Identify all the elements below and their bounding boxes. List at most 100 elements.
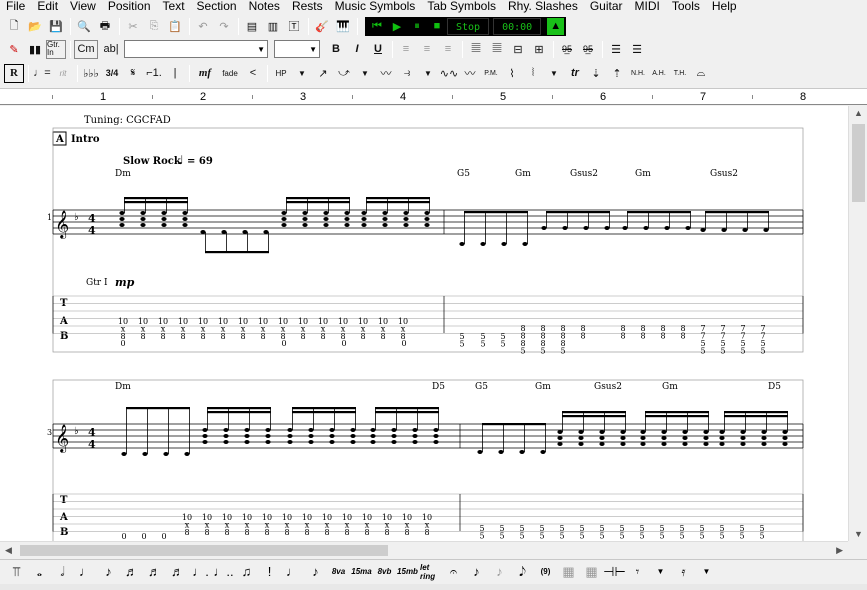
align-left-icon[interactable]: ≡ <box>396 40 416 59</box>
tapped-harmonic-button[interactable]: T.H. <box>670 64 690 83</box>
sixteenth-note-icon[interactable]: ♬ <box>121 562 142 582</box>
stem-up-icon[interactable]: ♪ <box>466 562 487 582</box>
chord-diagram-icon[interactable]: ▦ <box>558 562 579 582</box>
menu-file[interactable]: File <box>0 0 31 12</box>
horizontal-scroll-thumb[interactable] <box>20 545 388 556</box>
play-icon[interactable]: ▶ <box>387 18 407 35</box>
pick-down-icon[interactable]: ⇣ <box>586 64 606 83</box>
menu-position[interactable]: Position <box>102 0 157 12</box>
play-from-start-icon[interactable]: ⏮ <box>367 18 387 35</box>
quindicesima-bassa-button[interactable]: 15mb <box>397 562 418 582</box>
sixteenth-rest-icon[interactable]: 𝄿 <box>673 562 694 582</box>
dropdown-arrow-icon[interactable]: ▼ <box>355 64 375 83</box>
menu-edit[interactable]: Edit <box>31 0 64 12</box>
trill-button[interactable]: tr <box>565 64 585 83</box>
quarter-note-icon[interactable]: ♩ <box>75 562 96 582</box>
rhythm-slash-icon[interactable]: ▮▮ <box>25 40 45 59</box>
barline-icon[interactable]: | <box>165 64 185 83</box>
align-right-icon[interactable]: ≡ <box>438 40 458 59</box>
align-center-icon[interactable]: ≡ <box>417 40 437 59</box>
scroll-down-icon[interactable]: ▼ <box>854 529 863 539</box>
menu-tools[interactable]: Tools <box>666 0 706 12</box>
menu-section[interactable]: Section <box>191 0 243 12</box>
scroll-up-icon[interactable]: ▲ <box>854 108 863 118</box>
time-signature-button[interactable]: 3/4 <box>102 64 122 83</box>
list-indent-icon[interactable]: ☰ <box>627 40 647 59</box>
ottava-bassa-button[interactable]: 8vb <box>374 562 395 582</box>
menu-text[interactable]: Text <box>157 0 191 12</box>
chord-symbol-button[interactable]: Cm <box>74 39 98 59</box>
repeat-ending-icon[interactable]: ⌐1. <box>144 64 164 83</box>
accent-icon[interactable]: ! <box>259 562 280 582</box>
staff-remove-icon[interactable]: 𝄚 <box>487 40 507 59</box>
new-file-icon[interactable]: 🗋 <box>4 17 24 36</box>
scroll-right-icon[interactable]: ▶ <box>836 545 843 556</box>
score-view-icon[interactable]: ▤ <box>242 17 262 36</box>
save-icon[interactable]: 💾 <box>46 17 66 36</box>
half-note-icon[interactable]: 𝅗𝅥 <box>52 562 73 582</box>
guitar-inlay-button[interactable]: Gtr. In <box>46 39 66 59</box>
stop-icon[interactable]: ■ <box>427 18 447 35</box>
tempo-icon[interactable]: ♩= <box>32 64 52 83</box>
fret-shift-down-icon[interactable]: 9̲5 <box>557 40 577 59</box>
muted-note-icon[interactable]: 𝅘𝅥𝅮 <box>512 562 533 582</box>
tab-staff-icon[interactable]: ⫪ <box>6 562 27 582</box>
menu-help[interactable]: Help <box>706 0 743 12</box>
grace-note-icon[interactable]: ♪ <box>305 562 326 582</box>
wide-vibrato-icon[interactable]: 〰 <box>460 64 480 83</box>
arpeggio-icon[interactable]: ⦚ <box>523 64 543 83</box>
decrescendo-icon[interactable]: < <box>243 64 263 83</box>
staccato-icon[interactable]: ♩ <box>282 562 303 582</box>
fermata-icon[interactable]: 𝄐 <box>443 562 464 582</box>
copy-icon[interactable]: ⎘ <box>144 17 164 36</box>
font-name-select[interactable]: ▼ <box>124 40 268 58</box>
vibrato-bar-icon[interactable]: 〰 <box>376 64 396 83</box>
staff-add-icon[interactable]: 𝄚 <box>466 40 486 59</box>
eighth-note-icon[interactable]: ♪ <box>98 562 119 582</box>
artificial-harmonic-button[interactable]: A.H. <box>649 64 669 83</box>
sixty-fourth-note-icon[interactable]: ♬ <box>167 562 188 582</box>
dynamics-button[interactable]: mf <box>193 64 217 83</box>
slide-icon[interactable]: ⤻ <box>334 64 354 83</box>
vertical-scrollbar[interactable]: ▲ ▼ <box>848 106 867 541</box>
menu-music-symbols[interactable]: Music Symbols <box>329 0 422 12</box>
menu-rhythm-slashes[interactable]: Rhy. Slashes <box>502 0 584 12</box>
dip-icon[interactable]: ⥽ <box>397 64 417 83</box>
volume-fade-button[interactable]: fade <box>218 64 242 83</box>
horizontal-scrollbar[interactable]: ◀ ▶ <box>0 541 848 558</box>
menu-rests[interactable]: Rests <box>286 0 329 12</box>
list-icon[interactable]: ☰ <box>606 40 626 59</box>
menu-notes[interactable]: Notes <box>243 0 286 12</box>
print-preview-icon[interactable]: 🔍 <box>74 17 94 36</box>
pick-up-icon[interactable]: ⇡ <box>607 64 627 83</box>
menu-guitar[interactable]: Guitar <box>584 0 629 12</box>
score-page[interactable]: Tuning: CGCFAD A Intro Slow Rock ♩ = 69 … <box>0 106 848 541</box>
eighth-rest-icon[interactable]: 𝄾 <box>627 562 648 582</box>
dotted-note-icon[interactable]: ♩. <box>190 562 211 582</box>
open-folder-icon[interactable]: 📂 <box>25 17 45 36</box>
section-break-icon[interactable]: ⊟ <box>508 40 528 59</box>
font-size-select[interactable]: ▼ <box>274 40 320 58</box>
tremolo-bar-icon[interactable]: ⌇ <box>502 64 522 83</box>
fermata-icon[interactable]: ⌓ <box>691 64 711 83</box>
undo-icon[interactable]: ↶ <box>193 17 213 36</box>
multitrack-icon[interactable]: ▥ <box>263 17 283 36</box>
quindicesima-button[interactable]: 15ma <box>351 562 372 582</box>
vibrato-icon[interactable]: ∿∿ <box>439 64 459 83</box>
text-tool-button[interactable]: ab| <box>99 40 123 59</box>
paste-icon[interactable]: 📋 <box>165 17 185 36</box>
underline-button[interactable]: U <box>368 40 388 59</box>
ritard-icon[interactable]: rit <box>53 64 73 83</box>
italic-button[interactable]: I <box>347 40 367 59</box>
menu-view[interactable]: View <box>64 0 102 12</box>
pause-icon[interactable]: ⏸ <box>407 18 427 35</box>
palm-mute-button[interactable]: P.M. <box>481 64 501 83</box>
rehearsal-sign-button[interactable]: R <box>4 63 24 83</box>
let-ring-button[interactable]: let ring <box>420 562 441 582</box>
menu-midi[interactable]: MIDI <box>629 0 666 12</box>
bend-icon[interactable]: ↗ <box>313 64 333 83</box>
redo-icon[interactable]: ↷ <box>214 17 234 36</box>
print-icon[interactable]: 🖶 <box>95 17 115 36</box>
segno-icon[interactable]: 𝄋 <box>123 64 143 83</box>
vertical-scroll-thumb[interactable] <box>852 124 865 202</box>
